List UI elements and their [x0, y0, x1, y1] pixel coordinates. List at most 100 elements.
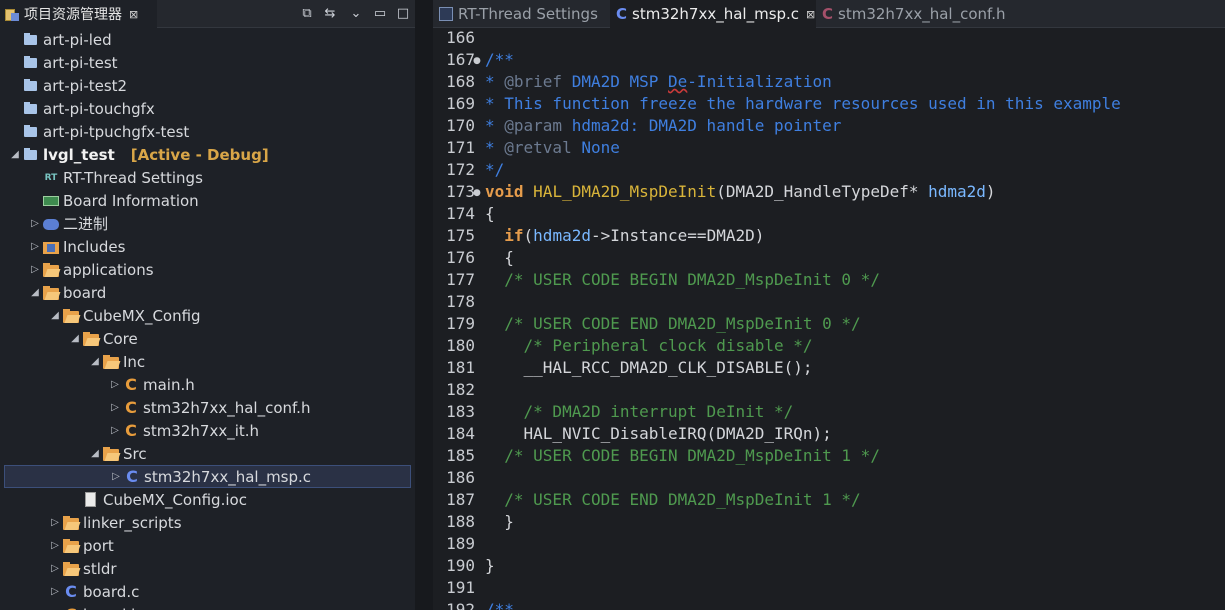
folder-icon	[103, 446, 121, 462]
code-line[interactable]: /**	[485, 50, 514, 72]
code-token: @retval	[504, 138, 572, 157]
tree-item[interactable]: ▷ Cstm32h7xx_it.h	[0, 419, 415, 442]
collapsed-arrow-icon[interactable]: ▷	[30, 264, 40, 275]
view-menu-icon[interactable]: ⌄	[347, 5, 365, 23]
maximize-icon[interactable]: □	[394, 5, 412, 23]
collapsed-arrow-icon[interactable]: ▷	[110, 402, 120, 413]
link-editor-icon[interactable]: ⇆	[321, 5, 339, 23]
line-number: 174	[446, 204, 475, 223]
tree-item[interactable]: art-pi-touchgfx	[0, 97, 415, 120]
close-tab-icon[interactable]: ⊠	[806, 8, 815, 21]
sash[interactable]	[415, 0, 433, 610]
collapsed-arrow-icon[interactable]: ▷	[111, 471, 121, 482]
tree-item[interactable]: ▷ Includes	[0, 235, 415, 258]
fold-toggle-icon[interactable]: ●	[473, 188, 481, 198]
editor-tab[interactable]: Cstm32h7xx_hal_conf.h	[816, 0, 1005, 28]
tree-item[interactable]: ▷ linker_scripts	[0, 511, 415, 534]
tree-item[interactable]: ▷ Cmain.h	[0, 373, 415, 396]
line-number: 184	[446, 424, 475, 443]
code-line[interactable]: /* USER CODE BEGIN DMA2D_MspDeInit 0 */	[485, 270, 880, 292]
code-line[interactable]: /* USER CODE END DMA2D_MspDeInit 1 */	[485, 490, 860, 512]
minimize-icon[interactable]: ▭	[371, 5, 389, 23]
collapsed-arrow-icon[interactable]: ▷	[110, 379, 120, 390]
rt-thread-icon: RT	[44, 172, 58, 183]
tree-item[interactable]: ▷Cboard.h	[0, 603, 415, 610]
line-number: 180	[446, 336, 475, 355]
editor-tab-bar: RT-Thread Settings Cstm32h7xx_hal_msp.c ⊠ C…	[433, 0, 1225, 28]
code-line[interactable]: * @param hdma2d: DMA2D handle pointer	[485, 116, 841, 138]
editor-tab[interactable]: RT-Thread Settings	[433, 0, 610, 28]
code-line[interactable]: {	[485, 248, 514, 270]
line-number: 176	[446, 248, 475, 267]
tree-item[interactable]: ◢ Inc	[0, 350, 415, 373]
fold-toggle-icon[interactable]: ●	[473, 56, 481, 66]
tree-item[interactable]: ▷ Cstm32h7xx_hal_msp.c	[4, 465, 411, 488]
editor-tab-label: stm32h7xx_hal_conf.h	[838, 5, 1006, 23]
code-line[interactable]: */	[485, 160, 504, 182]
tree-item[interactable]: art-pi-test2	[0, 74, 415, 97]
folder-icon	[83, 331, 101, 347]
close-icon[interactable]: ⊠	[129, 8, 138, 21]
tree-item[interactable]: ▷ Cstm32h7xx_hal_conf.h	[0, 396, 415, 419]
code-line[interactable]: /* USER CODE BEGIN DMA2D_MspDeInit 1 */	[485, 446, 880, 468]
code-line[interactable]: if(hdma2d->Instance==DMA2D)	[485, 226, 764, 248]
collapsed-arrow-icon[interactable]: ▷	[30, 218, 40, 229]
expanded-arrow-icon[interactable]: ◢	[50, 310, 60, 321]
code-area[interactable]: /** * @brief DMA2D MSP De-Initialization *…	[483, 28, 1225, 610]
line-number: 188	[446, 512, 475, 531]
collapsed-arrow-icon[interactable]: ▷	[50, 540, 60, 551]
expanded-arrow-icon[interactable]: ◢	[90, 448, 100, 459]
tree-item[interactable]: ▷ port	[0, 534, 415, 557]
tree-item[interactable]: art-pi-test	[0, 51, 415, 74]
tree-item[interactable]: ◢ CubeMX_Config	[0, 304, 415, 327]
code-line[interactable]: __HAL_RCC_DMA2D_CLK_DISABLE();	[485, 358, 813, 380]
folder-icon	[63, 561, 81, 577]
tree-item-label: board	[63, 283, 107, 302]
collapsed-arrow-icon[interactable]: ▷	[110, 425, 120, 436]
code-line[interactable]: * @brief DMA2D MSP De-Initialization	[485, 72, 832, 94]
code-line[interactable]: /* Peripheral clock disable */	[485, 336, 813, 358]
c-header-icon: C	[63, 606, 79, 610]
code-line[interactable]: }	[485, 512, 514, 534]
code-token: __HAL_RCC_DMA2D_CLK_DISABLE();	[485, 358, 813, 377]
code-line[interactable]: * @retval None	[485, 138, 620, 160]
tree-item[interactable]: ▷ Cboard.c	[0, 580, 415, 603]
tree-item[interactable]: CubeMX_Config.ioc	[0, 488, 415, 511]
tree-item[interactable]: RT RT-Thread Settings	[0, 166, 415, 189]
code-line[interactable]: /* USER CODE END DMA2D_MspDeInit 0 */	[485, 314, 860, 336]
tree-item[interactable]: art-pi-led	[0, 28, 415, 51]
tree-item[interactable]: ▷ applications	[0, 258, 415, 281]
tree-item[interactable]: ◢ board	[0, 281, 415, 304]
collapsed-arrow-icon[interactable]: ▷	[50, 517, 60, 528]
expanded-arrow-icon[interactable]: ◢	[10, 149, 20, 160]
code-line[interactable]: }	[485, 556, 495, 578]
expanded-arrow-icon[interactable]: ◢	[90, 356, 100, 367]
editor-tab[interactable]: Cstm32h7xx_hal_msp.c ⊠	[610, 0, 816, 28]
collapsed-arrow-icon[interactable]: ▷	[50, 586, 60, 597]
collapse-all-icon[interactable]: ⧉	[298, 5, 316, 23]
includes-icon	[43, 239, 59, 255]
code-line[interactable]: /* DMA2D interrupt DeInit */	[485, 402, 794, 424]
tree-item[interactable]: Board Information	[0, 189, 415, 212]
expanded-arrow-icon[interactable]: ◢	[70, 333, 80, 344]
code-line[interactable]: {	[485, 204, 495, 226]
tree-item[interactable]: art-pi-tpuchgfx-test	[0, 120, 415, 143]
code-line[interactable]: /**	[485, 600, 514, 610]
expanded-arrow-icon[interactable]: ◢	[30, 287, 40, 298]
c-header-icon: C	[822, 5, 834, 23]
code-token: *	[485, 72, 505, 91]
explorer-tab[interactable]: 项目资源管理器 ⊠	[0, 0, 157, 28]
collapsed-arrow-icon[interactable]: ▷	[50, 563, 60, 574]
tree-item[interactable]: ◢ Src	[0, 442, 415, 465]
code-line[interactable]: HAL_NVIC_DisableIRQ(DMA2D_IRQn);	[485, 424, 832, 446]
tree-item[interactable]: ◢ Core	[0, 327, 415, 350]
tree-item[interactable]: ▷ stldr	[0, 557, 415, 580]
tree-item[interactable]: ▷ 二进制	[0, 212, 415, 235]
code-line[interactable]: void HAL_DMA2D_MspDeInit(DMA2D_HandleTyp…	[485, 182, 996, 204]
tree-item[interactable]: ◢ lvgl_test [Active - Debug]	[0, 143, 415, 166]
collapsed-arrow-icon[interactable]: ▷	[30, 241, 40, 252]
code-line[interactable]: * This function freeze the hardware reso…	[485, 94, 1121, 116]
